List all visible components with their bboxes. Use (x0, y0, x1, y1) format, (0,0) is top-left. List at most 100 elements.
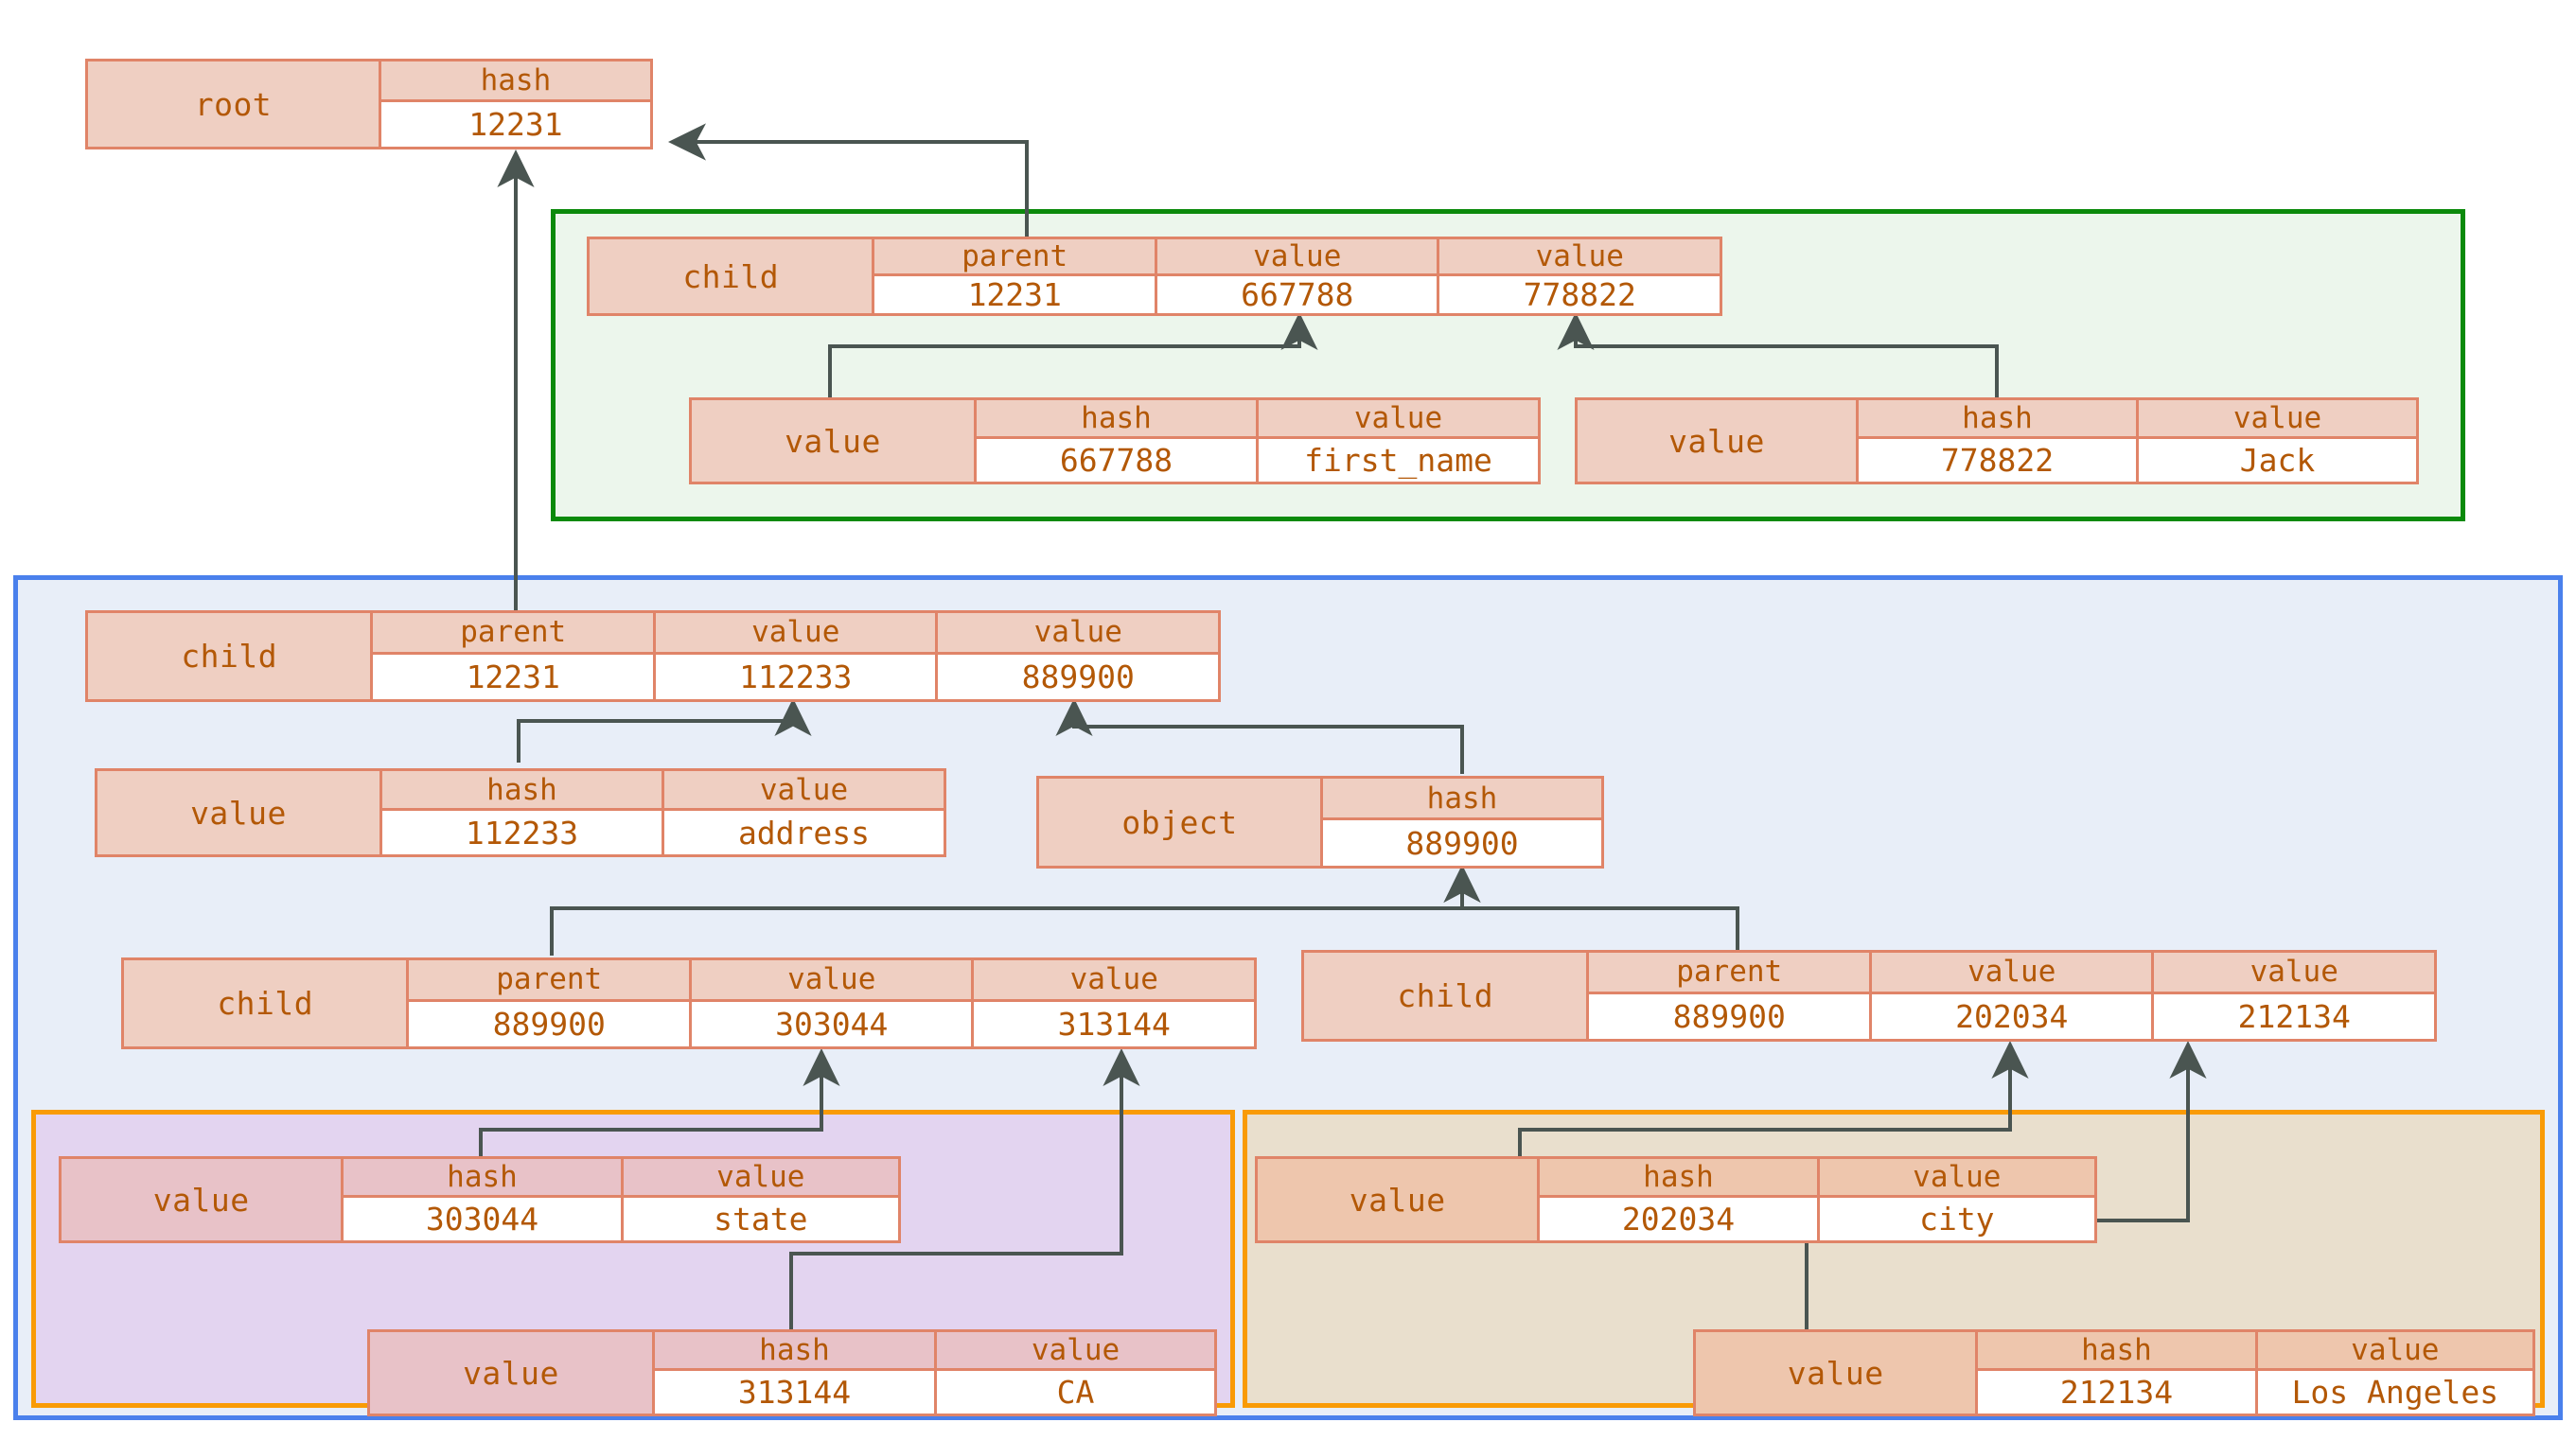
node-value-firstname[interactable]: value hash 667788 value first_name (689, 397, 1541, 484)
key-hash: hash (1540, 1159, 1817, 1199)
node-root-field-hash: hash 12231 (378, 61, 650, 147)
val-value: first_name (1258, 439, 1538, 482)
node-value-firstname-field-value: value first_name (1255, 400, 1538, 482)
node-object-address-label: object (1121, 803, 1238, 841)
node-value-city-field-hash: hash 202034 (1537, 1159, 1817, 1240)
key-value1: value (1156, 239, 1438, 276)
key-value: value (2139, 400, 2416, 440)
node-value-los-angeles-field-value: value Los Angeles (2254, 1332, 2532, 1414)
val-value1: 112233 (655, 654, 936, 699)
key-value: value (663, 771, 944, 812)
key-parent: parent (409, 960, 689, 1002)
key-parent: parent (874, 239, 1155, 276)
node-value-state-field-value: value state (620, 1159, 898, 1240)
node-value-jack[interactable]: value hash 778822 value Jack (1575, 397, 2419, 484)
val-value: city (1819, 1198, 2094, 1240)
key-parent: parent (373, 613, 653, 655)
key-value1: value (1871, 953, 2152, 994)
val-hash: 667788 (976, 439, 1256, 482)
node-value-jack-field-hash: hash 778822 (1856, 400, 2136, 482)
val-value: CA (936, 1371, 1214, 1414)
node-value-city[interactable]: value hash 202034 value city (1255, 1156, 2097, 1243)
val-value: state (623, 1198, 898, 1240)
node-child-state-label: child (217, 985, 314, 1022)
val-parent: 889900 (409, 1001, 689, 1046)
val-hash: 112233 (381, 811, 662, 854)
key-value: value (1819, 1159, 2094, 1199)
node-child-city-label: child (1397, 977, 1494, 1014)
node-child-state[interactable]: child parent 889900 value 303044 value 3… (121, 957, 1257, 1049)
val-value1: 202034 (1871, 993, 2152, 1039)
node-child-firstname-field-parent: parent 12231 (872, 239, 1155, 313)
node-child-city-field-value2: value 212134 (2151, 953, 2434, 1039)
key-hash: hash (344, 1159, 621, 1199)
node-child-address-field-value1: value 112233 (652, 613, 936, 699)
node-value-los-angeles-label: value (1787, 1354, 1884, 1392)
node-object-address[interactable]: object hash 889900 (1036, 776, 1604, 869)
node-child-city-field-value1: value 202034 (1868, 953, 2152, 1039)
node-child-state-field-value1: value 303044 (688, 960, 972, 1046)
val-value1: 667788 (1156, 276, 1438, 313)
diagram-canvas: root hash 12231 child parent 12231 value… (0, 0, 2576, 1440)
node-child-firstname[interactable]: child parent 12231 value 667788 value 77… (587, 237, 1722, 316)
node-value-ca-field-hash: hash 313144 (651, 1332, 934, 1414)
val-value2: 313144 (974, 1001, 1254, 1046)
key-value: value (623, 1159, 898, 1199)
val-parent: 12231 (373, 654, 653, 699)
val-value: Jack (2139, 439, 2416, 482)
key-hash: hash (1322, 779, 1601, 821)
val-hash: 202034 (1540, 1198, 1817, 1240)
node-root[interactable]: root hash 12231 (85, 59, 653, 149)
key-hash: hash (1859, 400, 2136, 440)
node-value-city-label: value (1349, 1181, 1446, 1219)
val-value2: 212134 (2154, 993, 2434, 1039)
key-value1: value (655, 613, 936, 655)
key-hash: hash (381, 771, 662, 812)
node-child-city[interactable]: child parent 889900 value 202034 value 2… (1301, 950, 2437, 1042)
node-value-firstname-label: value (785, 422, 881, 460)
key-hash: hash (1978, 1332, 2255, 1372)
node-child-state-field-value2: value 313144 (971, 960, 1254, 1046)
val-hash: 212134 (1978, 1371, 2255, 1414)
node-value-address-field-hash: hash 112233 (379, 771, 662, 854)
node-value-state-label: value (152, 1181, 250, 1219)
key-value2: value (1439, 239, 1720, 276)
key-value: value (1258, 400, 1538, 440)
node-child-address[interactable]: child parent 12231 value 112233 value 88… (85, 610, 1221, 702)
node-value-city-field-value: value city (1816, 1159, 2094, 1240)
val-value2: 889900 (938, 654, 1218, 699)
node-value-firstname-field-hash: hash 667788 (973, 400, 1256, 482)
node-root-key-hash: hash (380, 61, 650, 103)
node-child-firstname-field-value2: value 778822 (1437, 239, 1720, 313)
val-hash: 889900 (1322, 820, 1601, 866)
node-value-los-angeles-field-hash: hash 212134 (1975, 1332, 2255, 1414)
node-value-address[interactable]: value hash 112233 value address (95, 768, 946, 857)
val-value2: 778822 (1439, 276, 1720, 313)
key-value2: value (974, 960, 1254, 1002)
key-value: value (2257, 1332, 2532, 1372)
node-value-state[interactable]: value hash 303044 value state (59, 1156, 901, 1243)
val-parent: 12231 (874, 276, 1155, 313)
val-value: address (663, 811, 944, 854)
key-parent: parent (1589, 953, 1869, 994)
node-value-state-field-hash: hash 303044 (341, 1159, 621, 1240)
node-child-address-field-parent: parent 12231 (370, 613, 653, 699)
val-value1: 303044 (691, 1001, 972, 1046)
key-value2: value (938, 613, 1218, 655)
node-value-los-angeles[interactable]: value hash 212134 value Los Angeles (1693, 1329, 2535, 1416)
key-hash: hash (654, 1332, 934, 1372)
node-value-jack-field-value: value Jack (2136, 400, 2416, 482)
node-root-label: root (194, 85, 273, 123)
val-value: Los Angeles (2257, 1371, 2532, 1414)
node-value-jack-label: value (1668, 422, 1765, 460)
key-value2: value (2154, 953, 2434, 994)
node-value-address-label: value (190, 794, 287, 832)
node-value-address-field-value: value address (661, 771, 944, 854)
node-value-ca-label: value (463, 1354, 559, 1392)
val-hash: 303044 (344, 1198, 621, 1240)
node-value-ca[interactable]: value hash 313144 value CA (367, 1329, 1217, 1416)
key-value1: value (691, 960, 972, 1002)
node-child-city-field-parent: parent 889900 (1586, 953, 1869, 1039)
key-hash: hash (976, 400, 1256, 440)
node-child-firstname-field-value1: value 667788 (1154, 239, 1438, 313)
